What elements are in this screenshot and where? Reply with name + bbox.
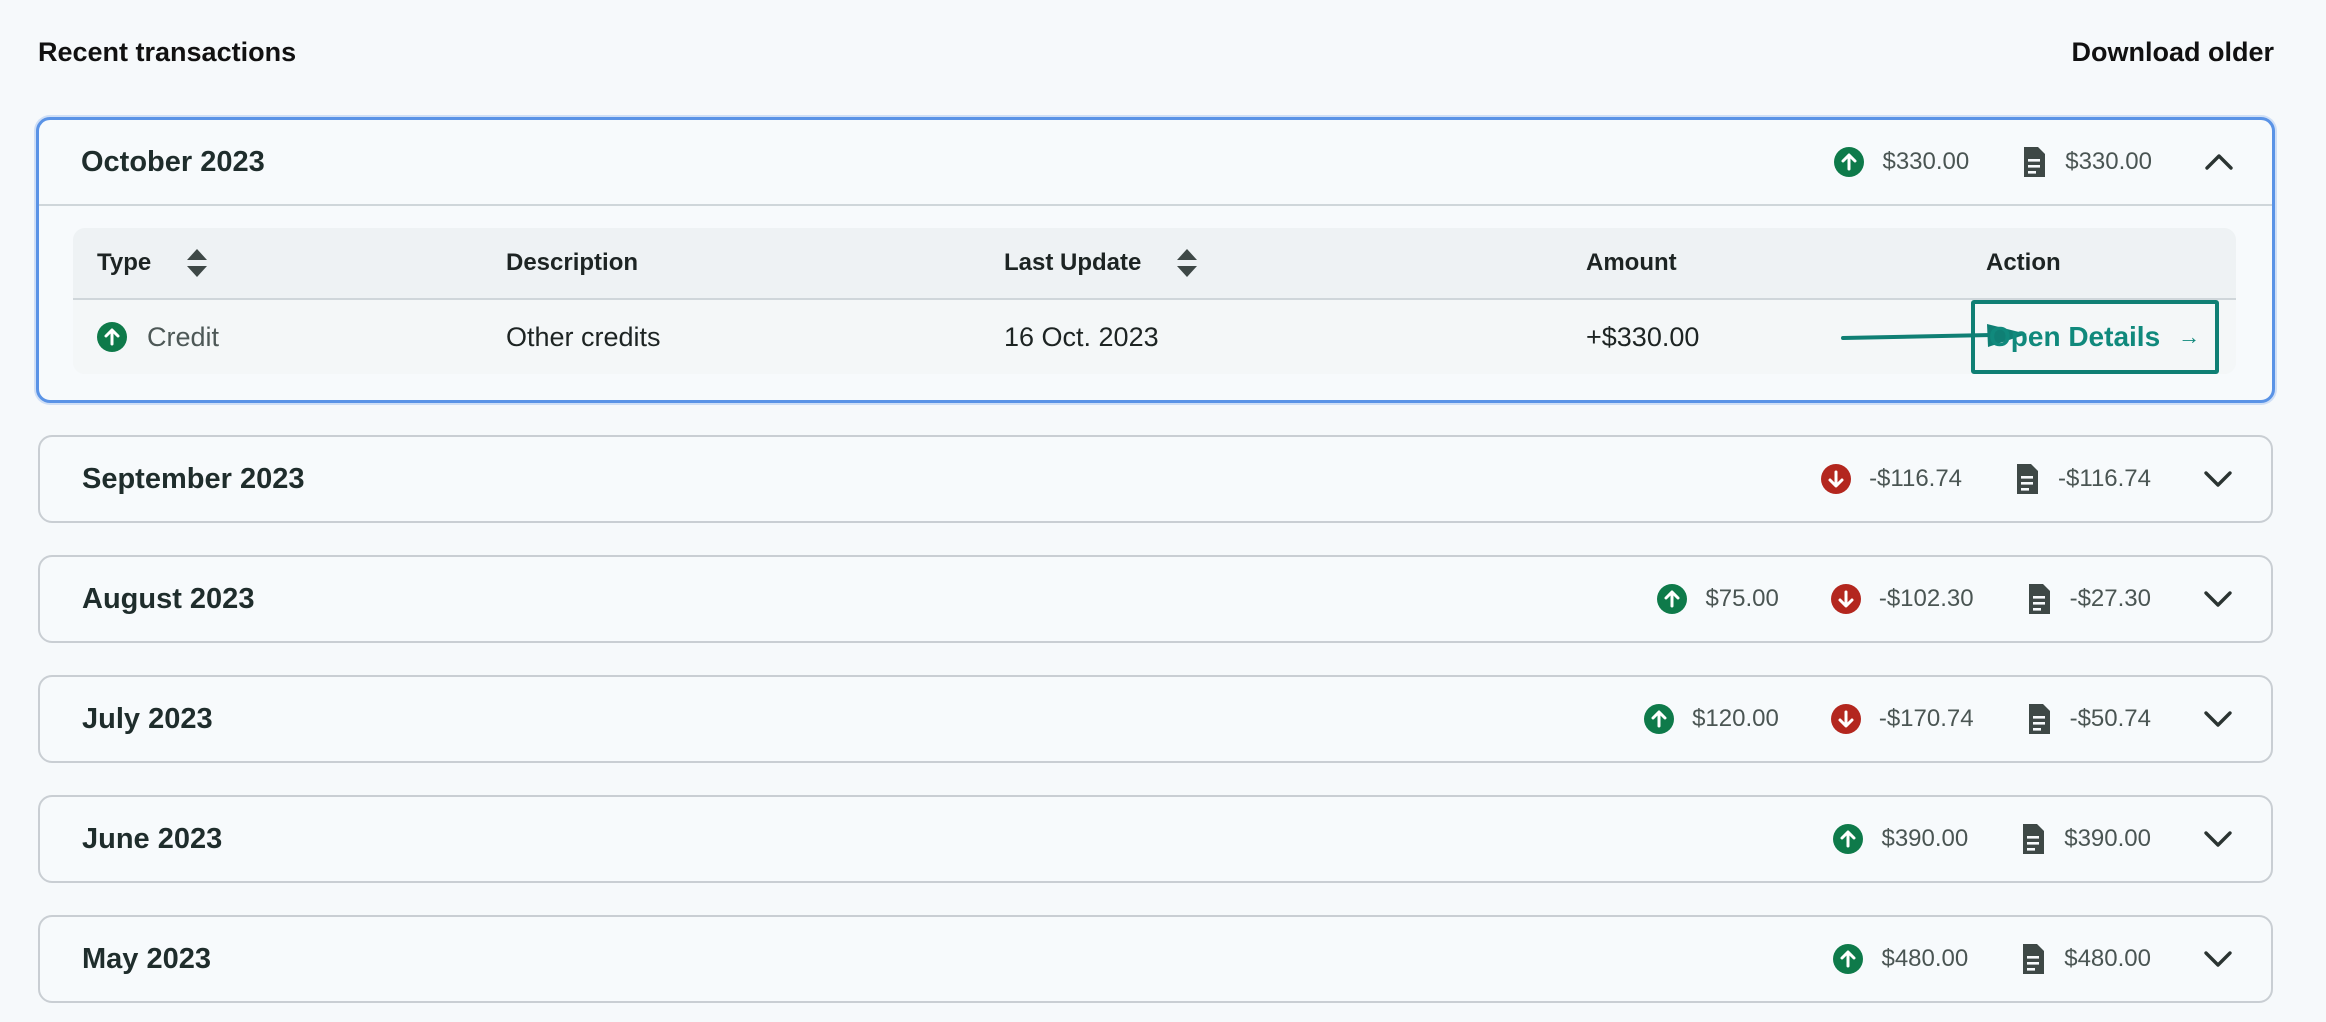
credit-total: $75.00	[1705, 585, 1779, 612]
transactions-header: Recent transactions Download older	[38, 30, 2274, 74]
column-header-last-update-label: Last Update	[1004, 249, 1142, 276]
month-card-header[interactable]: August 2023 $75.00 -$102.30 -$27.30	[40, 557, 2271, 641]
net-total: -$27.30	[2069, 585, 2151, 612]
credit-total: $480.00	[1881, 945, 1969, 972]
month-card-header[interactable]: June 2023 $390.00 $390.00	[40, 797, 2271, 881]
arrow-up-circle-icon	[1834, 147, 1865, 177]
credit-total: $120.00	[1692, 705, 1779, 732]
cell-last-update: 16 Oct. 2023	[1004, 321, 1159, 352]
arrow-down-circle-icon	[1830, 584, 1861, 614]
month-card-june-2023[interactable]: June 2023 $390.00 $390.00	[38, 795, 2273, 883]
net-total: $480.00	[2064, 945, 2151, 972]
column-header-type-label: Type	[97, 249, 152, 276]
table-header-row: Type Description Last Update Amount Acti…	[73, 228, 2236, 300]
arrow-up-circle-icon	[1657, 584, 1688, 614]
net-summary: -$50.74	[2026, 702, 2151, 736]
arrow-up-circle-icon	[1644, 704, 1675, 734]
open-details-label: Open Details	[1989, 321, 2161, 352]
cell-amount: +$330.00	[1586, 321, 1700, 352]
transactions-table: Type Description Last Update Amount Acti…	[73, 228, 2236, 374]
download-older-link[interactable]: Download older	[2072, 37, 2275, 68]
month-label: July 2023	[82, 702, 213, 735]
debit-total: -$102.30	[1878, 585, 1974, 612]
document-icon	[2020, 822, 2046, 856]
month-card-may-2023[interactable]: May 2023 $480.00 $480.00	[38, 915, 2273, 1003]
net-summary: $330.00	[2021, 145, 2152, 179]
net-summary: -$116.74	[2014, 462, 2151, 496]
document-icon	[2026, 702, 2052, 736]
cell-description: Other credits	[506, 321, 661, 352]
month-summary: $75.00 -$102.30 -$27.30	[1605, 582, 2151, 616]
chevron-down-icon[interactable]	[2203, 824, 2233, 854]
month-card-header[interactable]: May 2023 $480.00 $480.00	[40, 917, 2271, 1001]
column-header-type[interactable]: Type	[97, 247, 209, 279]
debit-total: -$116.74	[1869, 465, 1963, 492]
month-card-header[interactable]: October 2023 $330.00 $330.00	[39, 120, 2272, 206]
open-details-button[interactable]: Open Details →	[1971, 300, 2219, 374]
credit-total: $330.00	[1882, 148, 1970, 175]
credit-summary: $480.00	[1833, 944, 1968, 974]
document-icon	[2014, 462, 2040, 496]
arrow-down-circle-icon	[1830, 704, 1861, 734]
document-icon	[2021, 145, 2047, 179]
net-total: $390.00	[2064, 825, 2151, 852]
arrow-right-icon: →	[2178, 324, 2201, 349]
column-header-action: Action	[1986, 249, 2061, 276]
credit-summary: $120.00	[1644, 704, 1779, 734]
credit-summary: $75.00	[1657, 584, 1779, 614]
column-header-last-update[interactable]: Last Update	[1004, 247, 1199, 279]
document-icon	[2020, 942, 2046, 976]
net-summary: $480.00	[2020, 942, 2151, 976]
chevron-down-icon[interactable]	[2203, 944, 2233, 974]
month-card-header[interactable]: July 2023 $120.00 -$170.74 -$50.74	[40, 677, 2271, 761]
net-summary: $390.00	[2020, 822, 2151, 856]
chevron-down-icon[interactable]	[2203, 704, 2233, 734]
debit-summary: -$170.74	[1830, 704, 1974, 734]
debit-summary: -$116.74	[1821, 464, 1962, 494]
arrow-up-circle-icon	[97, 322, 127, 352]
column-header-amount: Amount	[1586, 249, 1677, 276]
net-summary: -$27.30	[2026, 582, 2151, 616]
sort-icon[interactable]	[185, 247, 209, 279]
month-card-august-2023[interactable]: August 2023 $75.00 -$102.30 -$27.30	[38, 555, 2273, 643]
arrow-up-circle-icon	[1833, 944, 1864, 974]
arrow-up-circle-icon	[1833, 824, 1864, 854]
page-title: Recent transactions	[38, 36, 297, 67]
month-summary: $120.00 -$170.74 -$50.74	[1592, 702, 2151, 736]
month-label: October 2023	[81, 145, 265, 178]
month-summary: $390.00 $390.00	[1781, 822, 2151, 856]
sort-icon[interactable]	[1175, 247, 1199, 279]
month-card-header[interactable]: September 2023 -$116.74 -$116.74	[40, 437, 2271, 521]
month-card-october-2023: October 2023 $330.00 $330.00 Type Descri…	[36, 117, 2275, 403]
net-total: $330.00	[2065, 148, 2152, 175]
transaction-type: Credit	[147, 321, 220, 352]
month-label: August 2023	[82, 582, 255, 615]
column-header-description: Description	[506, 249, 639, 276]
credit-summary: $330.00	[1834, 147, 1969, 177]
month-label: June 2023	[82, 822, 223, 855]
chevron-down-icon[interactable]	[2203, 584, 2233, 614]
month-label: May 2023	[82, 942, 211, 975]
month-card-july-2023[interactable]: July 2023 $120.00 -$170.74 -$50.74	[38, 675, 2273, 763]
document-icon	[2026, 582, 2052, 616]
month-summary: $480.00 $480.00	[1781, 942, 2151, 976]
credit-summary: $390.00	[1833, 824, 1968, 854]
arrow-down-circle-icon	[1821, 464, 1852, 494]
cell-type: Credit	[97, 322, 219, 353]
month-summary: $330.00 $330.00	[1782, 145, 2152, 179]
table-row: Credit Other credits 16 Oct. 2023 +$330.…	[73, 300, 2236, 374]
debit-total: -$170.74	[1878, 705, 1974, 732]
net-total: -$50.74	[2069, 705, 2151, 732]
net-total: -$116.74	[2058, 465, 2151, 492]
credit-total: $390.00	[1881, 825, 1969, 852]
transactions-page: Recent transactions Download older Octob…	[0, 0, 2326, 1022]
month-card-september-2023[interactable]: September 2023 -$116.74 -$116.74	[38, 435, 2273, 523]
chevron-up-icon[interactable]	[2204, 147, 2234, 177]
chevron-down-icon[interactable]	[2203, 464, 2233, 494]
month-label: September 2023	[82, 462, 305, 495]
debit-summary: -$102.30	[1830, 584, 1974, 614]
month-summary: -$116.74 -$116.74	[1769, 462, 2151, 496]
